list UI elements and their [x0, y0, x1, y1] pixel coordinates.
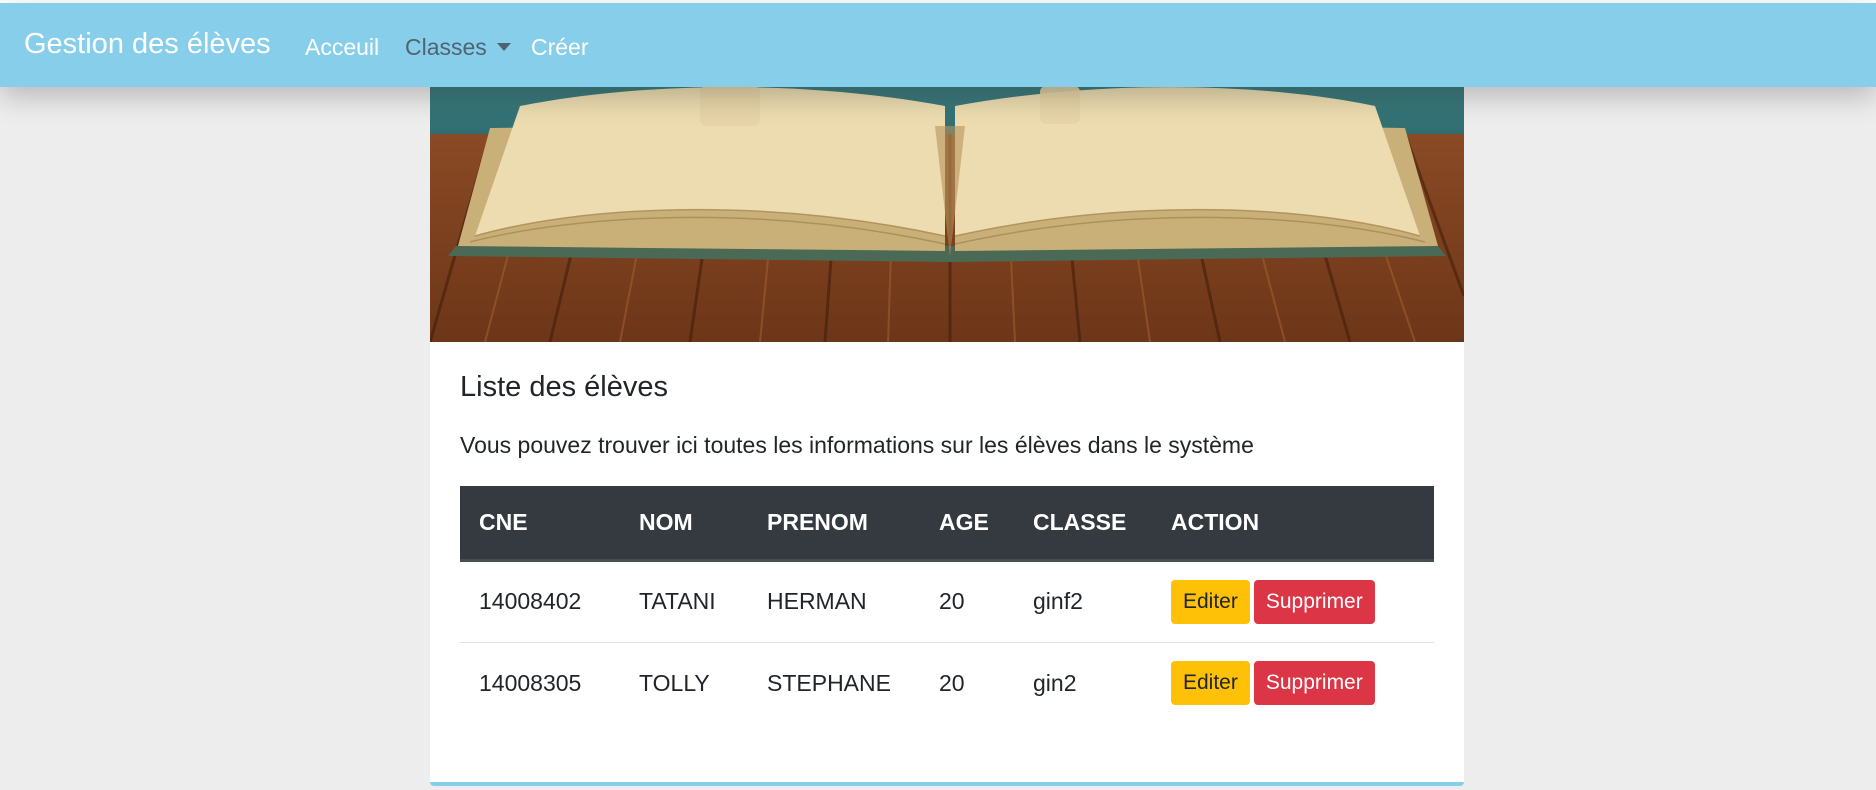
cell-cne: 14008402 — [479, 588, 582, 614]
card-description: Vous pouvez trouver ici toutes les infor… — [460, 432, 1254, 458]
cell-classe: gin2 — [1033, 669, 1077, 696]
nav-link-accueil-label: Acceuil — [305, 34, 380, 60]
column-header-nom: NOM — [620, 486, 748, 562]
cell-action: Editer Supprimer — [1152, 642, 1434, 724]
nav-dropdown-classes-label: Classes — [405, 34, 487, 60]
column-header-cne: CNE — [460, 486, 620, 562]
brand-title[interactable]: Gestion des élèves — [24, 28, 271, 61]
column-header-classe: CLASSE — [1014, 486, 1152, 562]
cell-age: 20 — [939, 669, 965, 696]
table-header-row: CNE NOM PRENOM AGE CLASSE ACTION — [460, 486, 1434, 562]
cell-action: Editer Supprimer — [1152, 560, 1434, 642]
table-row: 14008402 TATANI HERMAN 20 ginf2 Editer Su… — [460, 560, 1434, 642]
hero-book-image — [430, 86, 1464, 342]
cell-age: 20 — [939, 588, 965, 614]
cell-prenom: STEPHANE — [767, 669, 891, 696]
edit-button[interactable]: Editer — [1171, 661, 1250, 706]
cell-nom: TATANI — [639, 588, 716, 614]
column-header-action: ACTION — [1152, 486, 1434, 562]
nav-dropdown-classes[interactable]: Classes — [405, 34, 511, 61]
edit-button[interactable]: Editer — [1171, 579, 1250, 624]
nav-link-creer[interactable]: Créer — [531, 34, 589, 61]
delete-button[interactable]: Supprimer — [1253, 579, 1375, 624]
students-table: CNE NOM PRENOM AGE CLASSE ACTION 1400840… — [460, 486, 1434, 724]
cell-nom: TOLLY — [639, 669, 710, 696]
nav-link-creer-label: Créer — [531, 34, 589, 60]
cell-cne: 14008305 — [479, 669, 582, 696]
navbar: Gestion des élèves Acceuil Classes Créer — [0, 3, 1876, 87]
column-header-age: AGE — [920, 486, 1014, 562]
cell-classe: ginf2 — [1033, 588, 1083, 614]
table-row: 14008305 TOLLY STEPHANE 20 gin2 Editer Su… — [460, 642, 1434, 724]
cell-prenom: HERMAN — [767, 588, 867, 614]
caret-down-icon — [496, 42, 511, 51]
students-card: Liste des élèves Vous pouvez trouver ici… — [430, 86, 1464, 786]
card-title: Liste des élèves — [460, 371, 668, 403]
nav-link-accueil[interactable]: Acceuil — [305, 34, 379, 61]
column-header-prenom: PRENOM — [748, 486, 920, 562]
delete-button[interactable]: Supprimer — [1253, 661, 1375, 706]
